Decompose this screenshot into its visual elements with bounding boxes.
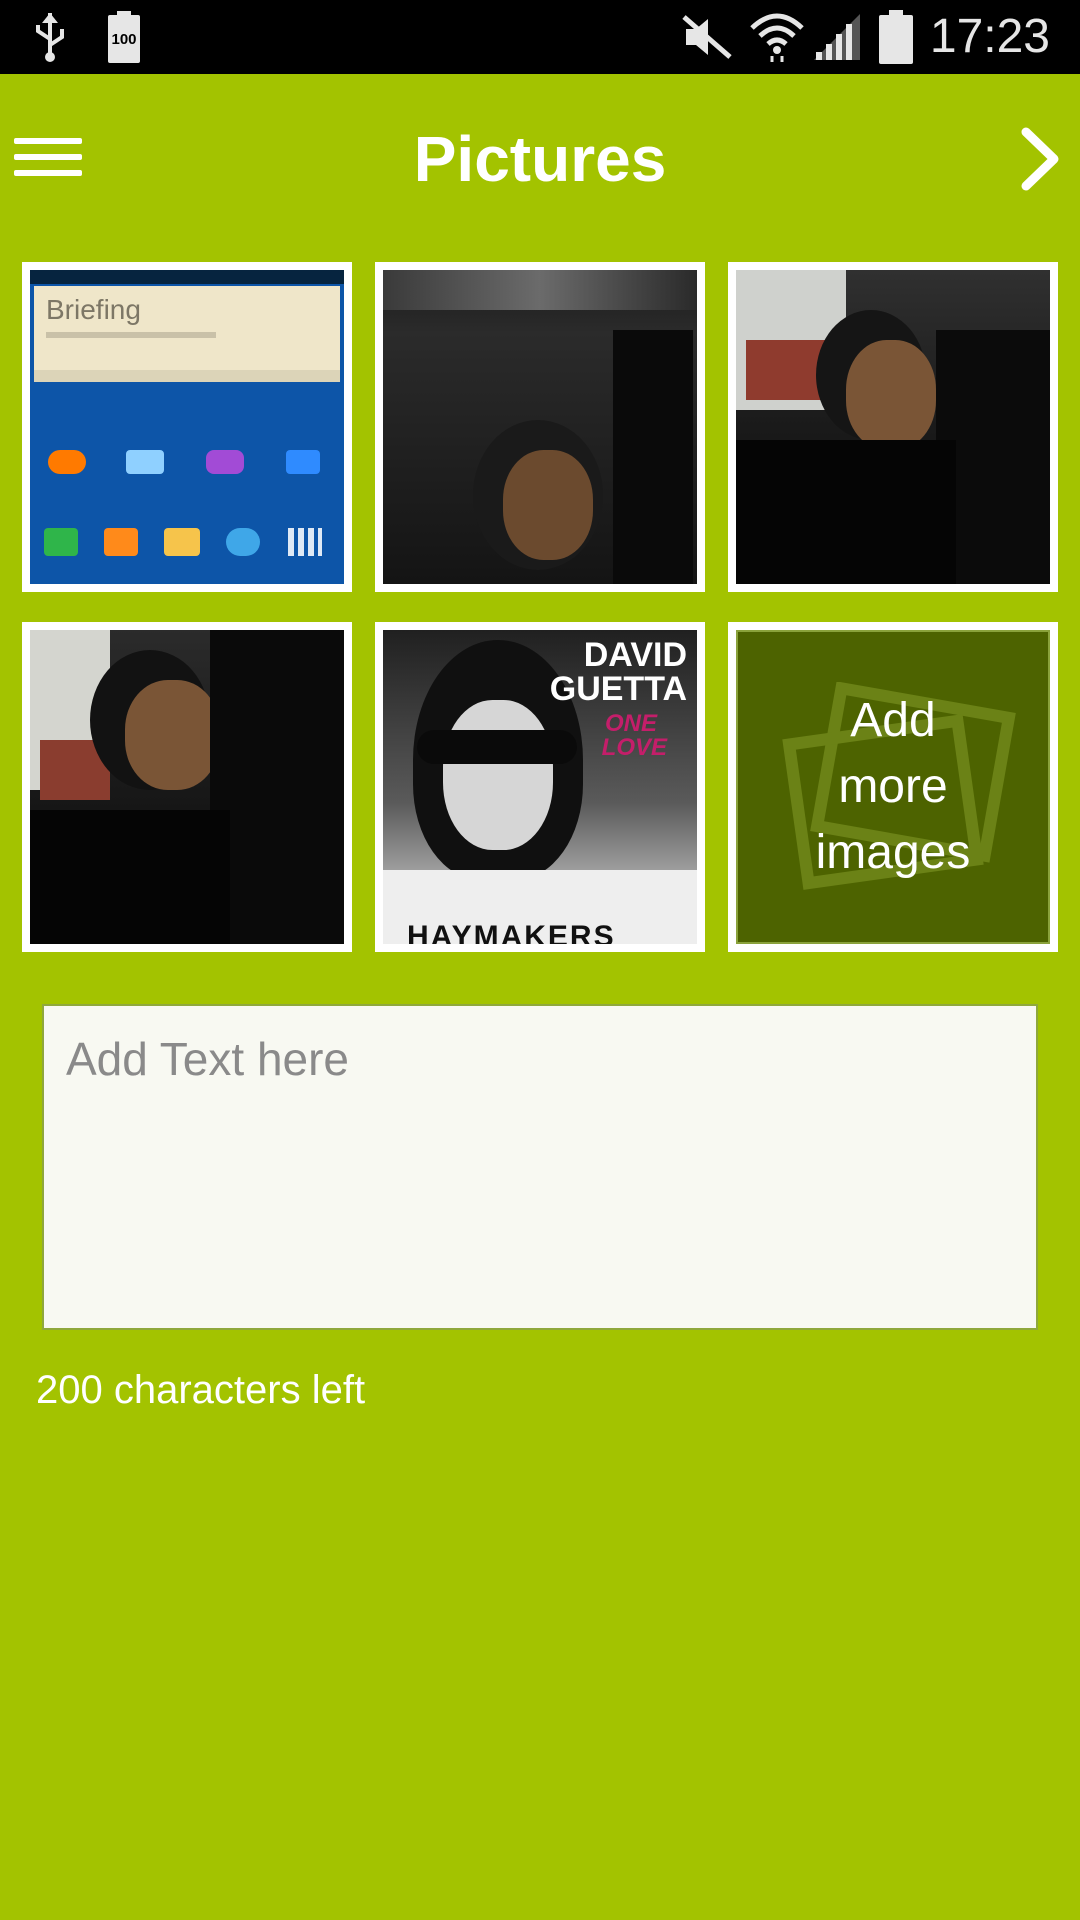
album-line-2: GUETTA <box>549 670 687 708</box>
status-bar: 100 17:23 <box>0 0 1080 74</box>
battery-icon: 100 <box>106 0 142 74</box>
clock: 17:23 <box>929 10 1050 63</box>
chevron-right-icon <box>1021 127 1059 191</box>
next-button[interactable] <box>1010 124 1070 194</box>
add-label-line-3: images <box>815 826 971 879</box>
add-more-images-button[interactable]: Add more images <box>728 622 1058 952</box>
text-input[interactable]: Add Text here <box>42 1004 1038 1330</box>
app-bar: Pictures <box>0 74 1080 244</box>
gallery-image-screenshot[interactable]: Briefing <box>22 262 352 592</box>
gallery-image-photo-3[interactable] <box>22 622 352 952</box>
shirt-text: HAYMAKERS <box>407 920 616 944</box>
page-title: Pictures <box>413 123 667 195</box>
briefing-label: Briefing <box>46 294 141 325</box>
gallery-image-photo-2[interactable] <box>728 262 1058 592</box>
battery-full-icon <box>876 0 916 74</box>
signal-icon <box>810 0 864 74</box>
battery-level: 100 <box>111 30 137 48</box>
usb-icon <box>28 0 72 74</box>
add-label-line-2: more <box>838 760 948 813</box>
characters-left-counter: 200 characters left <box>36 1368 366 1412</box>
wifi-icon <box>746 0 808 74</box>
mute-icon <box>680 0 734 74</box>
gallery-image-album-cover[interactable]: DAVID GUETTA ONE LOVE HAYMAKERS <box>375 622 705 952</box>
text-input-placeholder: Add Text here <box>66 1033 350 1085</box>
add-label-line-1: Add <box>850 694 936 747</box>
gallery-image-photo-1[interactable] <box>375 262 705 592</box>
album-line-4: LOVE <box>601 734 667 761</box>
